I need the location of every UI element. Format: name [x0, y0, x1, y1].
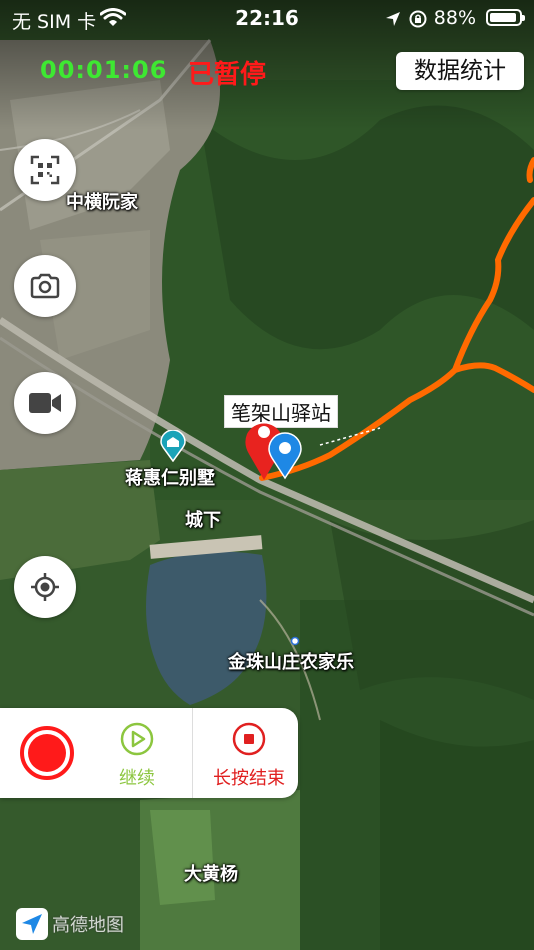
video-icon [29, 393, 61, 413]
map-label-village[interactable]: 中横阮家 [66, 188, 138, 214]
poi-scenic-icon[interactable] [160, 430, 186, 462]
status-bar: 无 SIM 卡 22:16 88% [0, 0, 534, 36]
rotation-lock-icon [409, 10, 427, 28]
map-provider-logo: 高德地图 [16, 908, 124, 940]
video-button[interactable] [14, 372, 76, 434]
poi-dot-icon [290, 636, 300, 646]
data-statistics-button[interactable]: 数据统计 [396, 52, 524, 90]
map-label-farmhouse[interactable]: 金珠山庄农家乐 [228, 648, 354, 674]
continue-button[interactable]: 继续 [100, 708, 174, 798]
battery-icon [486, 9, 525, 26]
record-dot-icon [28, 734, 66, 772]
map-label-villa[interactable]: 蒋惠仁别墅 [125, 464, 215, 490]
battery-percent: 88% [433, 7, 476, 29]
location-arrow-icon [386, 12, 400, 26]
camera-icon [30, 273, 60, 299]
qr-code-icon [30, 155, 60, 185]
amap-logo-icon [16, 908, 48, 940]
stop-button[interactable]: 长按结束 [200, 708, 298, 798]
current-location-pin-icon[interactable] [268, 432, 302, 480]
elapsed-timer: 00:01:06 [40, 56, 168, 84]
continue-label: 继续 [119, 768, 155, 789]
record-control-panel: 继续 长按结束 [0, 708, 298, 798]
stop-label: 长按结束 [213, 768, 285, 789]
provider-name: 高德地图 [52, 915, 124, 936]
locate-me-button[interactable] [14, 556, 76, 618]
stop-icon [232, 722, 266, 756]
record-button[interactable] [20, 726, 74, 780]
paused-status: 已暂停 [188, 60, 267, 90]
divider [192, 708, 193, 798]
photo-button[interactable] [14, 255, 76, 317]
play-icon [120, 722, 154, 756]
map-label-village[interactable]: 城下 [185, 506, 221, 532]
locate-icon [31, 573, 59, 601]
map-label-village[interactable]: 大黄杨 [184, 860, 238, 886]
